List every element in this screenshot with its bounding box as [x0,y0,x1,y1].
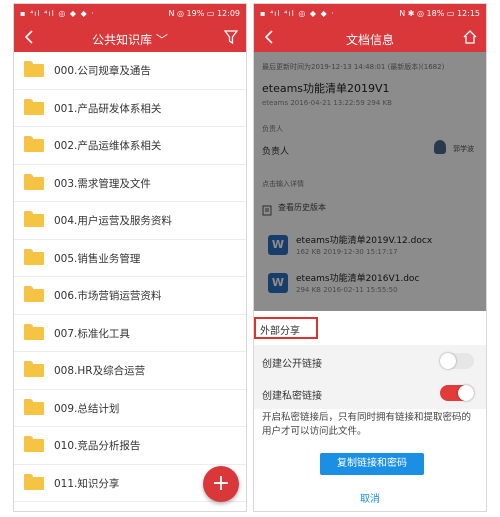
app-header: 公共知识库 ﹀ [14,24,246,52]
folder-icon [24,248,44,265]
toggle-knob [458,385,474,401]
folder-name: 010.竞品分析报告 [54,440,141,452]
folder-item[interactable]: 000.公司规章及通告 [14,52,246,90]
status-icons-left: ▪ ⁴ıl ⁴ıl ◎ ◆ ◆ · [260,9,335,18]
copy-link-password-button[interactable]: 复制链接和密码 [320,453,424,475]
folder-item[interactable]: 005.销售业务管理 [14,240,246,277]
folder-name: 008.HR及综合运营 [54,365,146,377]
status-icons-right: N ◎ 19% ▭ 12:09 [168,9,240,18]
private-link-label: 创建私密链接 [262,391,322,402]
app-header: 文档信息 [254,24,486,52]
left-screen: ▪ ⁴ıl ⁴ıl ◎ ◆ ◆ · N ◎ 19% ▭ 12:09 公共知识库 … [13,3,247,512]
share-sheet: 外部分享 创建公开链接 创建私密链接 开启私密链接后，只有同时拥有链接和提取密码… [254,311,486,511]
folder-item[interactable]: 003.需求管理及文件 [14,165,246,202]
cancel-button[interactable]: 取消 [254,490,486,505]
folder-item[interactable]: 009.总结计划 [14,390,246,427]
folder-name: 000.公司规章及通告 [54,65,151,77]
folder-icon [24,136,44,152]
filter-icon[interactable] [223,29,239,49]
folder-item[interactable]: 004.用户运营及服务资料 [14,202,246,240]
status-icons-left: ▪ ⁴ıl ⁴ıl ◎ ◆ ◆ · [20,9,95,18]
private-link-hint: 开启私密链接后，只有同时拥有链接和提取密码的用户才可以访问此文件。 [262,412,472,437]
folder-item[interactable]: 007.标准化工具 [14,315,246,352]
public-link-label: 创建公开链接 [262,359,322,370]
folder-item[interactable]: 010.竞品分析报告 [14,427,246,465]
folder-item[interactable]: 006.市场营销运营资料 [14,277,246,315]
folder-name: 002.产品运维体系相关 [54,140,162,152]
add-button[interactable]: + [203,466,239,502]
modal-overlay[interactable] [254,52,486,311]
folder-name: 003.需求管理及文件 [54,177,151,190]
folder-name: 001.产品研发体系相关 [54,102,162,115]
folder-list: 000.公司规章及通告 001.产品研发体系相关 002.产品运维体系相关 003.需… [14,52,246,502]
folder-icon [24,61,44,77]
folder-icon [24,323,44,340]
page-title: 文档信息 [345,33,394,47]
folder-icon [24,436,44,452]
home-icon[interactable] [462,29,478,49]
folder-icon [24,398,44,415]
folder-name: 004.用户运营及服务资料 [54,215,172,227]
right-screen: ▪ ⁴ıl ⁴ıl ◎ ◆ ◆ · N ✱ ◎ 18% ▭ 12:15 文档信息… [253,3,487,512]
share-sheet-header: 外部分享 [260,326,300,337]
status-bar: ▪ ⁴ıl ⁴ıl ◎ ◆ ◆ · N ◎ 19% ▭ 12:09 [14,4,246,24]
folder-icon [24,286,44,302]
folder-name: 005.销售业务管理 [54,252,141,265]
toggle-knob [440,353,456,369]
folder-icon [24,211,44,227]
folder-icon [24,473,44,490]
folder-icon [24,173,44,190]
folder-item[interactable]: 002.产品运维体系相关 [14,127,246,165]
folder-icon [24,98,44,115]
public-link-option: 创建公开链接 [254,345,486,377]
private-link-toggle[interactable] [440,385,474,401]
private-link-option: 创建私密链接 [254,377,486,409]
status-bar: ▪ ⁴ıl ⁴ıl ◎ ◆ ◆ · N ✱ ◎ 18% ▭ 12:15 [254,4,486,24]
folder-name: 006.市场营销运营资料 [54,290,162,302]
public-link-toggle[interactable] [440,353,474,369]
folder-item[interactable]: 008.HR及综合运营 [14,352,246,390]
folder-name: 011.知识分享 [54,477,120,490]
status-icons-right: N ✱ ◎ 18% ▭ 12:15 [399,9,480,18]
folder-item[interactable]: 001.产品研发体系相关 [14,90,246,127]
page-title[interactable]: 公共知识库 ﹀ [14,31,246,48]
folder-name: 009.总结计划 [54,402,120,415]
folder-icon [24,361,44,377]
folder-name: 007.标准化工具 [54,327,130,340]
